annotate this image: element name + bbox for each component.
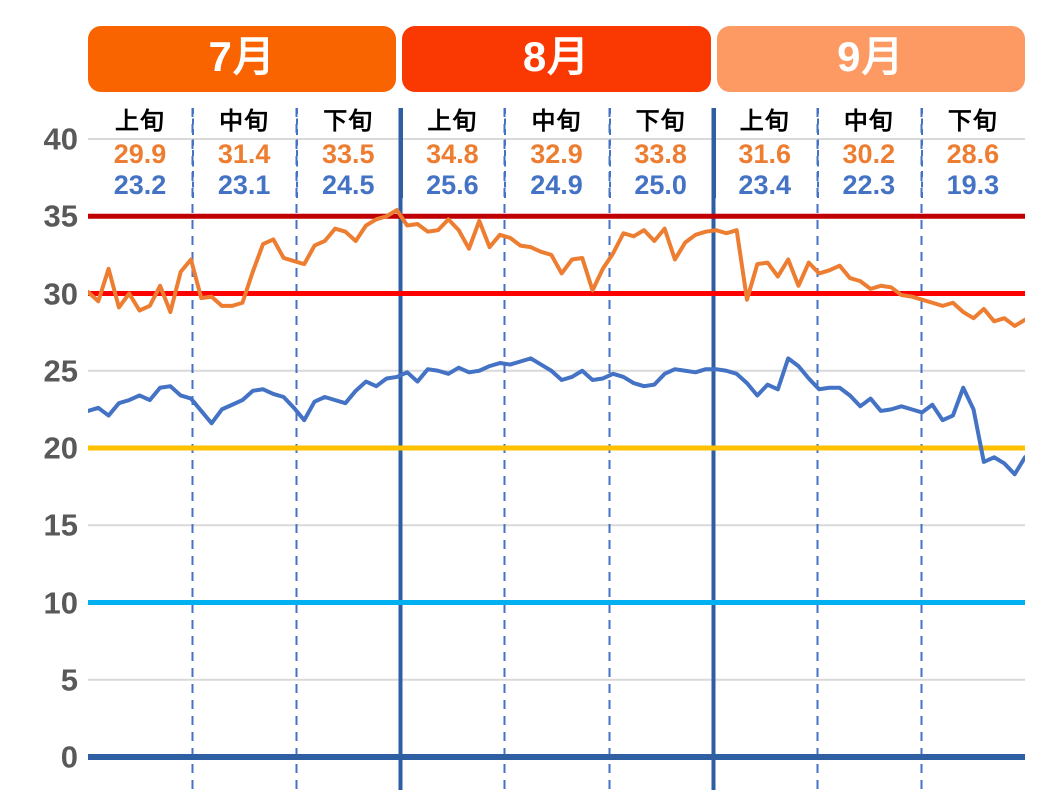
y-axis: 40 35 30 25 20 15 10 5 0 bbox=[0, 0, 78, 800]
header-decade-divider-7 bbox=[817, 108, 819, 198]
header-month-divider-3 bbox=[400, 108, 403, 198]
y-tick-label-25: 25 bbox=[43, 353, 78, 389]
header-decade-divider-1 bbox=[192, 108, 194, 198]
plot-svg bbox=[88, 108, 1025, 790]
header-decade-divider-2 bbox=[296, 108, 298, 198]
y-tick-label-35: 35 bbox=[43, 198, 78, 234]
y-tick-label-30: 30 bbox=[43, 276, 78, 311]
y-tick-label-15: 15 bbox=[43, 507, 78, 543]
y-tick-label-40: 40 bbox=[43, 121, 78, 157]
header-decade-divider-8 bbox=[921, 108, 923, 198]
y-tick-label-5: 5 bbox=[60, 662, 78, 698]
plot-area bbox=[88, 0, 1025, 800]
series-line-max-temp bbox=[88, 208, 1025, 328]
y-tick-label-10: 10 bbox=[43, 585, 78, 620]
temperature-chart: 7月 8月 9月 上旬 29.9 23.2 中旬 31.4 23.1 下旬 33… bbox=[0, 0, 1060, 800]
header-decade-divider-5 bbox=[609, 108, 611, 198]
header-decade-divider-4 bbox=[504, 108, 506, 198]
header-month-divider-6 bbox=[713, 108, 716, 198]
y-tick-label-0: 0 bbox=[60, 739, 78, 775]
series-line-min-temp bbox=[88, 356, 1025, 477]
y-tick-label-20: 20 bbox=[43, 430, 78, 466]
